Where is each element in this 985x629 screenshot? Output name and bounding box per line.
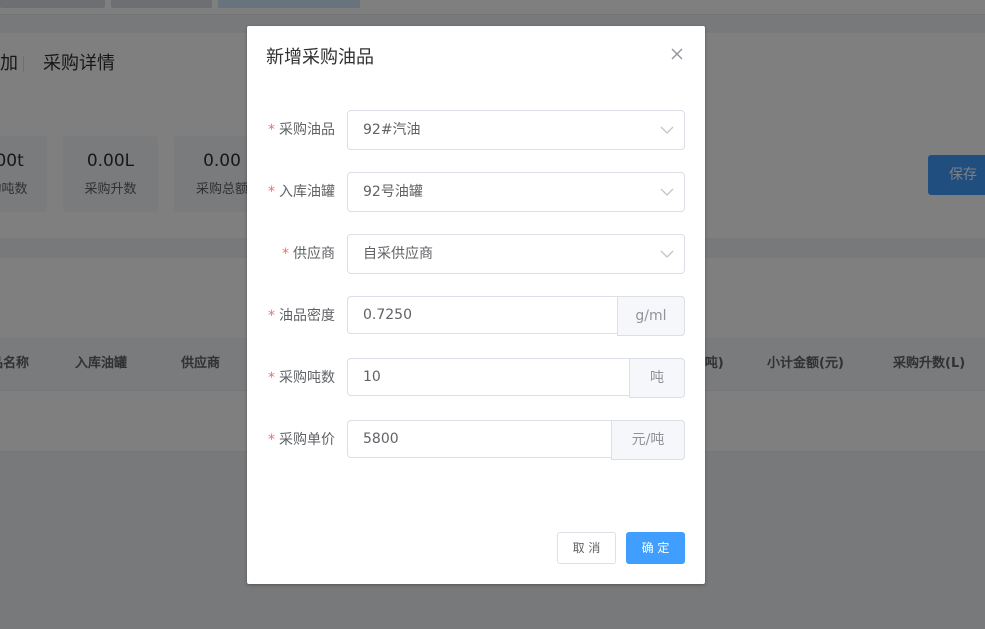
oil-select[interactable]: 92#汽油 bbox=[347, 110, 685, 150]
density-unit: g/ml bbox=[617, 296, 685, 336]
price-input[interactable] bbox=[347, 420, 611, 458]
price-label: 采购单价 bbox=[279, 432, 335, 448]
field-label: * 油品密度 bbox=[268, 296, 335, 336]
oil-label: 采购油品 bbox=[279, 122, 335, 138]
required-mark: * bbox=[282, 246, 289, 262]
dialog-title: 新增采购油品 bbox=[266, 47, 374, 68]
tank-label: 入库油罐 bbox=[279, 184, 335, 200]
tons-label: 采购吨数 bbox=[279, 370, 335, 386]
cancel-button[interactable]: 取 消 bbox=[557, 532, 616, 564]
form-row-density: *油品密度 g/ml bbox=[247, 296, 705, 336]
tons-input[interactable] bbox=[347, 358, 629, 396]
field-label: * 入库油罐 bbox=[268, 172, 335, 212]
required-mark: * bbox=[268, 370, 275, 386]
required-mark: * bbox=[268, 184, 275, 200]
supplier-select[interactable]: 自采供应商 bbox=[347, 234, 685, 274]
density-input[interactable] bbox=[347, 296, 617, 334]
close-icon[interactable] bbox=[667, 44, 687, 64]
required-mark: * bbox=[268, 432, 275, 448]
required-mark: * bbox=[268, 308, 275, 324]
density-label: 油品密度 bbox=[279, 308, 335, 324]
chevron-down-icon bbox=[660, 188, 674, 196]
confirm-button[interactable]: 确 定 bbox=[626, 532, 685, 564]
form-row-tons: *采购吨数 吨 bbox=[247, 358, 705, 398]
field-label: * 采购单价 bbox=[268, 420, 335, 460]
field-label: * 供应商 bbox=[282, 234, 335, 274]
form-row-price: *采购单价 元/吨 bbox=[247, 420, 705, 460]
form-row-supplier: * 供应商 自采供应商 bbox=[247, 234, 705, 274]
form-row-tank: * 入库油罐 92号油罐 bbox=[247, 172, 705, 212]
tank-select[interactable]: 92号油罐 bbox=[347, 172, 685, 212]
field-label: * 采购油品 bbox=[268, 110, 335, 150]
supplier-select-value: 自采供应商 bbox=[363, 246, 433, 262]
required-mark: * bbox=[268, 122, 275, 138]
form-row-oil: * 采购油品 92#汽油 bbox=[247, 110, 705, 150]
field-label: * 采购吨数 bbox=[268, 358, 335, 398]
chevron-down-icon bbox=[660, 126, 674, 134]
tons-unit: 吨 bbox=[629, 358, 685, 398]
density-input-group: g/ml bbox=[347, 296, 685, 336]
supplier-label: 供应商 bbox=[293, 246, 335, 262]
chevron-down-icon bbox=[660, 250, 674, 258]
price-unit: 元/吨 bbox=[611, 420, 685, 460]
price-input-group: 元/吨 bbox=[347, 420, 685, 460]
oil-select-value: 92#汽油 bbox=[363, 122, 421, 138]
add-oil-dialog: 新增采购油品 * 采购油品 92#汽油 * 入库油罐 92号油罐 * 供应商 自采供应… bbox=[247, 26, 705, 584]
tons-input-group: 吨 bbox=[347, 358, 685, 398]
tank-select-value: 92号油罐 bbox=[363, 184, 423, 200]
